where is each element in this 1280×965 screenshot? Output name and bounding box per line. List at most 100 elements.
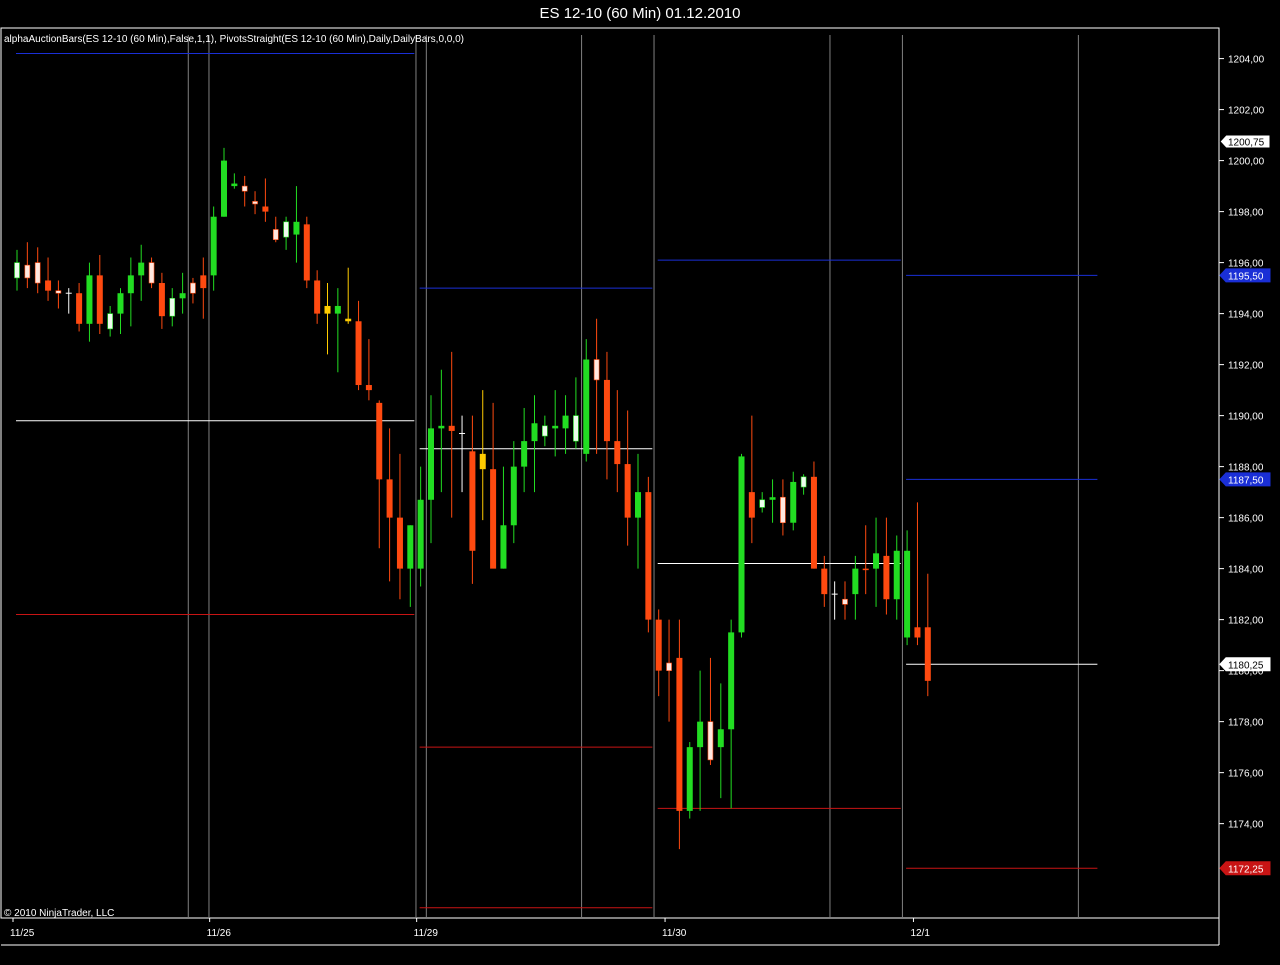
candle-body[interactable]: [376, 402, 383, 480]
candle-body[interactable]: [200, 275, 207, 289]
candle-body[interactable]: [531, 423, 538, 442]
candle-body[interactable]: [117, 293, 124, 314]
x-tick-label: 11/25: [10, 928, 35, 939]
y-tick-label: 1194,00: [1228, 310, 1264, 321]
candle-body[interactable]: [438, 425, 445, 429]
candlestick-chart[interactable]: 1174,001176,001178,001180,001182,001184,…: [0, 0, 1280, 965]
price-tag-label: 1172,25: [1228, 864, 1264, 875]
candle-body[interactable]: [241, 185, 248, 192]
candle-body[interactable]: [179, 293, 186, 299]
candle-body[interactable]: [345, 318, 352, 322]
candle-body[interactable]: [790, 481, 797, 523]
candle-body[interactable]: [355, 321, 362, 386]
price-tag-label: 1200,75: [1228, 137, 1265, 148]
candle-body[interactable]: [469, 451, 476, 551]
candle-body[interactable]: [552, 425, 559, 429]
candle-body[interactable]: [127, 275, 134, 294]
candle-body[interactable]: [479, 453, 486, 470]
candle-body[interactable]: [500, 525, 507, 569]
candle-body[interactable]: [645, 492, 652, 620]
candle-body[interactable]: [603, 379, 610, 442]
candle-body[interactable]: [521, 441, 528, 467]
candle-body[interactable]: [334, 305, 341, 314]
candle-body[interactable]: [769, 497, 776, 500]
candle-body[interactable]: [24, 264, 31, 279]
candle-body[interactable]: [14, 262, 20, 279]
candle-body[interactable]: [873, 553, 880, 569]
candle-body[interactable]: [148, 262, 155, 284]
candle-body[interactable]: [573, 415, 579, 442]
candle-body[interactable]: [55, 290, 62, 294]
candle-body[interactable]: [86, 275, 93, 324]
candle-body[interactable]: [448, 425, 455, 431]
candle-body[interactable]: [717, 729, 724, 748]
candle-body[interactable]: [666, 662, 672, 671]
x-tick-label: 11/29: [414, 928, 439, 939]
candle-body[interactable]: [231, 183, 238, 187]
candle-body[interactable]: [314, 280, 321, 314]
candle-body[interactable]: [272, 229, 279, 240]
candle-body[interactable]: [759, 499, 766, 508]
candle-body[interactable]: [635, 492, 641, 518]
candle-body[interactable]: [614, 441, 621, 465]
candle-body[interactable]: [780, 496, 786, 524]
candle-body[interactable]: [407, 525, 414, 569]
candle-body[interactable]: [583, 359, 590, 454]
candle-body[interactable]: [303, 224, 310, 281]
candle-body[interactable]: [510, 466, 517, 526]
candle-body[interactable]: [396, 517, 403, 569]
candle-body[interactable]: [210, 216, 217, 276]
candle-body[interactable]: [428, 428, 434, 500]
candle-body[interactable]: [169, 298, 176, 317]
y-tick-label: 1176,00: [1228, 769, 1264, 780]
candle-body[interactable]: [842, 598, 848, 605]
candle-body[interactable]: [707, 721, 714, 761]
x-tick-label: 12/1: [910, 928, 930, 939]
candle-body[interactable]: [76, 293, 83, 324]
candle-body[interactable]: [655, 619, 662, 671]
candle-body[interactable]: [386, 479, 393, 518]
candle-body[interactable]: [324, 305, 331, 314]
candle-body[interactable]: [283, 221, 289, 238]
candle-body[interactable]: [810, 476, 817, 569]
candle-body[interactable]: [728, 632, 735, 730]
candle-body[interactable]: [862, 568, 869, 571]
candle-body[interactable]: [904, 550, 911, 638]
y-tick-label: 1190,00: [1228, 412, 1264, 423]
candle-body[interactable]: [107, 313, 113, 330]
candle-body[interactable]: [686, 747, 693, 811]
y-tick-label: 1188,00: [1228, 463, 1264, 474]
y-tick-label: 1196,00: [1228, 259, 1264, 270]
candle-body[interactable]: [490, 469, 497, 569]
candle-body[interactable]: [748, 492, 755, 518]
candle-body[interactable]: [252, 201, 258, 205]
candle-body[interactable]: [821, 568, 828, 595]
candle-body[interactable]: [676, 657, 683, 811]
candle-body[interactable]: [542, 425, 548, 437]
candle-body[interactable]: [221, 160, 227, 217]
candle-body[interactable]: [158, 283, 165, 317]
candle-body[interactable]: [697, 721, 704, 748]
candle-body[interactable]: [417, 499, 424, 569]
candle-body[interactable]: [883, 555, 890, 600]
candle-body[interactable]: [190, 282, 196, 294]
price-tag-label: 1195,50: [1228, 271, 1264, 282]
candle-body[interactable]: [624, 464, 631, 518]
candle-body[interactable]: [34, 262, 41, 284]
candle-body[interactable]: [293, 221, 300, 235]
candle-body[interactable]: [138, 262, 145, 276]
candle-body[interactable]: [593, 359, 600, 381]
candle-body[interactable]: [852, 568, 859, 595]
candle-body[interactable]: [914, 627, 921, 638]
candle-body[interactable]: [924, 627, 931, 681]
candle-body[interactable]: [562, 415, 569, 429]
candle-body[interactable]: [800, 476, 807, 488]
y-tick-label: 1174,00: [1228, 820, 1264, 831]
y-tick-label: 1202,00: [1228, 106, 1265, 117]
candle-body[interactable]: [738, 456, 745, 633]
candle-body[interactable]: [262, 206, 269, 212]
candle-body[interactable]: [365, 385, 372, 391]
candle-body[interactable]: [45, 280, 52, 291]
candle-body[interactable]: [893, 550, 900, 600]
candle-body[interactable]: [96, 275, 103, 324]
